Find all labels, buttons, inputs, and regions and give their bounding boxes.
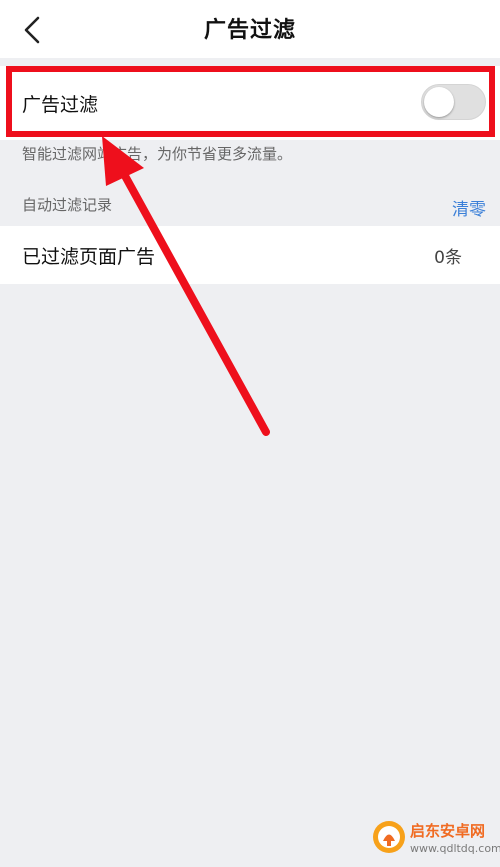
records-section-label: 自动过滤记录 xyxy=(22,196,113,214)
toggle-knob xyxy=(424,87,454,117)
clear-button[interactable]: 清零 xyxy=(452,195,486,220)
ad-filter-label: 广告过滤 xyxy=(22,94,99,116)
ad-filter-toggle[interactable] xyxy=(421,84,486,120)
filtered-ads-count: 0条 xyxy=(434,248,462,268)
page-title: 广告过滤 xyxy=(203,18,296,43)
filtered-ads-label: 已过滤页面广告 xyxy=(22,246,156,268)
top-bar: 广告过滤 xyxy=(0,0,500,58)
watermark-url: www.qdltdq.com xyxy=(410,842,500,855)
filtered-ads-row: 已过滤页面广告 0条 xyxy=(0,226,500,284)
watermark: 启东安卓网 www.qdltdq.com xyxy=(372,818,500,862)
watermark-logo-icon xyxy=(373,821,405,853)
ad-filter-description: 智能过滤网站广告，为你节省更多流量。 xyxy=(22,145,293,163)
watermark-name: 启东安卓网 xyxy=(410,822,486,840)
